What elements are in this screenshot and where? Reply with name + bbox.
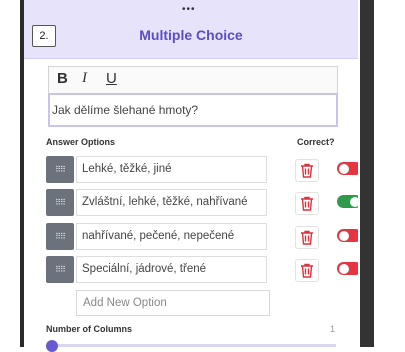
answer-option-input[interactable]: Speciální, jádrové, třené — [76, 256, 267, 283]
answer-option-input[interactable]: Lehké, těžké, jiné — [76, 156, 267, 183]
toggle-knob — [339, 230, 349, 241]
question-type-title: Multiple Choice — [139, 27, 243, 43]
number-of-columns-value: 1 — [330, 324, 336, 334]
toggle-knob — [339, 163, 349, 174]
number-of-columns-label: Number of Columns — [46, 324, 133, 334]
delete-option-button[interactable] — [295, 159, 319, 182]
underline-button[interactable]: U — [106, 70, 117, 87]
drag-handle-icon[interactable]: ⠿⠿ — [46, 223, 74, 250]
text-format-toolbar: B I U — [48, 66, 338, 93]
question-text-input[interactable]: Jak dělíme šlehané hmoty? — [48, 93, 338, 127]
trash-icon — [301, 163, 313, 178]
delete-option-button[interactable] — [295, 259, 319, 282]
question-header: ••• 2. Multiple Choice — [24, 0, 358, 59]
answer-option-row: ⠿⠿ Lehké, těžké, jiné — [46, 156, 362, 183]
answer-option-row: ⠿⠿ Zvláštní, lehké, těžké, nahřívané — [46, 189, 362, 216]
question-drag-handle[interactable]: ••• — [182, 5, 196, 15]
trash-icon — [301, 263, 313, 278]
bold-button[interactable]: B — [57, 70, 68, 87]
answer-options-label: Answer Options — [46, 137, 116, 147]
add-new-option-input[interactable]: Add New Option — [76, 290, 270, 316]
answer-option-row: ⠿⠿ Speciální, jádrové, třené — [46, 256, 362, 283]
right-frame-border — [360, 0, 374, 347]
drag-handle-icon[interactable]: ⠿⠿ — [46, 256, 74, 283]
delete-option-button[interactable] — [295, 192, 319, 215]
answer-option-input[interactable]: Zvláštní, lehké, těžké, nahřívané — [76, 189, 267, 216]
left-frame — [0, 0, 20, 347]
trash-icon — [301, 196, 313, 211]
trash-icon — [301, 230, 313, 245]
correct-column-label: Correct? — [297, 137, 335, 147]
toggle-knob — [339, 263, 349, 274]
answer-option-input[interactable]: nahřívané, pečené, nepečené — [76, 223, 267, 250]
drag-handle-icon[interactable]: ⠿⠿ — [46, 156, 74, 183]
drag-handle-icon[interactable]: ⠿⠿ — [46, 189, 74, 216]
columns-slider-thumb[interactable] — [46, 340, 58, 352]
delete-option-button[interactable] — [295, 226, 319, 249]
question-editor-panel: ••• 2. Multiple Choice B I U Jak dělíme … — [24, 0, 374, 352]
answer-option-row: ⠿⠿ nahřívané, pečené, nepečené — [46, 223, 362, 250]
italic-button[interactable]: I — [82, 70, 87, 87]
